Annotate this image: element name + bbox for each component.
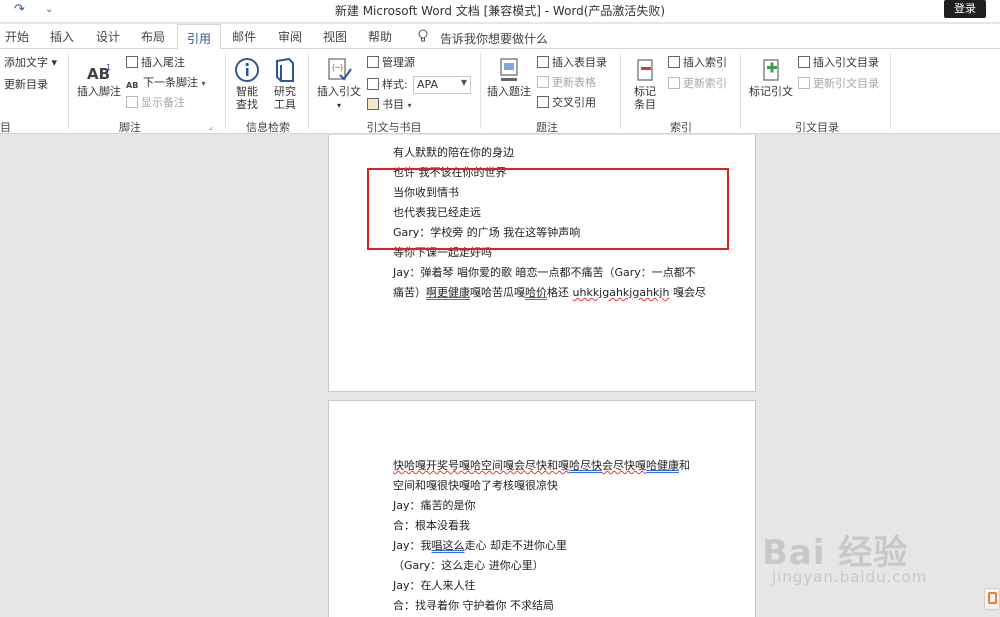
body-line[interactable]: （Gary：这么走心 进你心里） [393,557,544,573]
next-footnote-icon: AB [126,81,139,90]
insert-table-of-figures-button[interactable]: 插入表目录 [537,55,607,71]
dialog-launcher-icon[interactable]: ⌟ [209,122,213,131]
update-toc-button[interactable]: 更新目录 [4,77,48,93]
body-line[interactable]: 快哈嘎开奖号嘎哈空间嘎会尽快和嘎哈尽快会尽快嘎哈健康和 [393,457,690,473]
group-divider [225,53,226,129]
mark-entry-icon [637,59,653,81]
next-footnote-button[interactable]: AB 下一条脚注 ▾ [126,75,206,91]
show-notes-icon [126,96,138,108]
group-divider [890,53,891,129]
citation-style-select[interactable]: APA ▼ [413,76,471,94]
body-line[interactable]: Jay：弹着琴 唱你爱的歌 暗恋一点都不痛苦（Gary：一点都不 [393,264,696,280]
body-line[interactable]: 痛苦）啊更健康嘎哈苦瓜嘎哈价格还 uhkkjgahkjgahkjh 嘎会尽 [393,284,706,300]
researcher-icon [276,57,294,82]
endnote-icon [126,56,138,68]
mark-citation-icon [763,59,779,81]
group-label-toa: 引文目录 [795,121,839,134]
insert-caption-icon [500,58,518,81]
researcher-button[interactable]: 研究 工具 [270,57,300,111]
manage-sources-icon [367,56,379,68]
tab-review[interactable]: 审阅 [278,28,302,49]
window-title: 新建 Microsoft Word 文档 [兼容模式] - Word(产品激活失… [334,4,666,18]
insert-table-of-authorities-button[interactable]: 插入引文目录 [798,55,879,71]
highlight-rectangle [367,168,729,250]
baidu-watermark-logo: Bai 经验 [762,533,909,573]
tab-view[interactable]: 视图 [323,28,347,49]
body-line[interactable]: Jay：在人来人往 [393,577,476,593]
cross-reference-button[interactable]: 交叉引用 [537,95,596,111]
show-notes-button[interactable]: 显示备注 [126,95,185,111]
lightbulb-icon [418,29,428,42]
ribbon-tabs: 开始 插入 设计 布局 引用 邮件 审阅 视图 帮助 告诉我你想要做什么 [0,24,1000,50]
insert-citation-icon: (─) [328,58,352,81]
table-of-figures-icon [537,56,549,68]
group-label-research: 信息检索 [246,121,290,134]
group-divider [620,53,621,129]
style-icon [367,78,379,90]
svg-text:(─): (─) [332,63,343,72]
chevron-down-icon: ▼ [460,78,467,87]
cross-reference-icon [537,96,549,108]
group-divider [308,53,309,129]
smart-lookup-button[interactable]: 智能 查找 [232,57,262,111]
body-line[interactable]: 空间和嘎很快嘎哈了考核嘎很凉快 [393,477,558,493]
group-divider [68,53,69,129]
add-text-button[interactable]: 添加文字 ▾ [4,55,57,71]
update-table-icon [537,76,549,88]
smart-lookup-icon [235,58,259,82]
body-line[interactable]: 合：根本没看我 [393,517,470,533]
group-label-index: 索引 [670,121,692,134]
table-of-authorities-icon [798,56,810,68]
tell-me-search[interactable]: 告诉我你想要做什么 [440,30,548,47]
group-label-footnotes: 脚注 [119,121,141,134]
bibliography-icon [367,98,379,110]
tab-help[interactable]: 帮助 [368,28,392,49]
svg-text:1: 1 [106,63,111,72]
group-divider [480,53,481,129]
insert-footnote-button[interactable]: AB 1 插入脚注 [76,61,122,98]
feedback-icon[interactable] [984,588,1000,610]
manage-sources-button[interactable]: 管理源 [367,55,415,71]
update-index-icon [668,77,680,89]
update-index-button[interactable]: 更新索引 [668,76,727,92]
login-button[interactable]: 登录 [944,0,986,18]
insert-index-icon [668,56,680,68]
insert-caption-button[interactable]: 插入题注 [486,57,532,98]
body-line[interactable]: 有人默默的陪在你的身边 [393,144,514,160]
update-table-button[interactable]: 更新表格 [537,75,596,91]
tab-home[interactable]: 开始 [5,28,29,49]
group-label-captions: 题注 [536,121,558,134]
group-label-citations: 引文与书目 [366,121,422,134]
style-label: 样式: [367,77,408,93]
update-toa-icon [798,77,810,89]
insert-endnote-button[interactable]: 插入尾注 [126,55,185,71]
group-divider [740,53,741,129]
mark-citation-button[interactable]: 标记引文 [747,57,795,98]
body-line[interactable]: Jay：我唱这么走心 却走不进你心里 [393,537,567,553]
update-table-of-authorities-button[interactable]: 更新引文目录 [798,76,879,92]
mark-entry-button[interactable]: 标记 条目 [626,57,664,111]
tab-insert[interactable]: 插入 [50,28,74,49]
body-line[interactable]: Jay：痛苦的是你 [393,497,476,513]
tab-design[interactable]: 设计 [96,28,120,49]
ribbon-references: 添加文字 ▾ 更新目录 目录 AB 1 插入脚注 插入尾注 AB下一条脚注 ▾ … [0,49,1000,150]
footnote-icon: AB 1 [87,63,111,83]
insert-index-button[interactable]: 插入索引 [668,55,727,71]
page-2[interactable]: 快哈嘎开奖号嘎哈空间嘎会尽快和嘎哈尽快会尽快嘎哈健康和 空间和嘎很快嘎哈了考核嘎… [328,400,756,617]
body-line[interactable]: 合：找寻着你 守护着你 不求结局 [393,597,554,613]
title-bar: ↷ ⌄ 新建 Microsoft Word 文档 [兼容模式] - Word(产… [0,0,1000,22]
baidu-watermark-url: jingyan.baidu.com [772,568,928,586]
bibliography-button[interactable]: 书目 ▾ [367,97,412,113]
insert-citation-button[interactable]: (─) 插入引文 ▾ [316,57,362,112]
insert-footnote-label: 插入脚注 [77,85,121,98]
tab-mailings[interactable]: 邮件 [232,28,256,49]
tab-references[interactable]: 引用 [177,24,222,50]
tab-layout[interactable]: 布局 [141,28,165,49]
